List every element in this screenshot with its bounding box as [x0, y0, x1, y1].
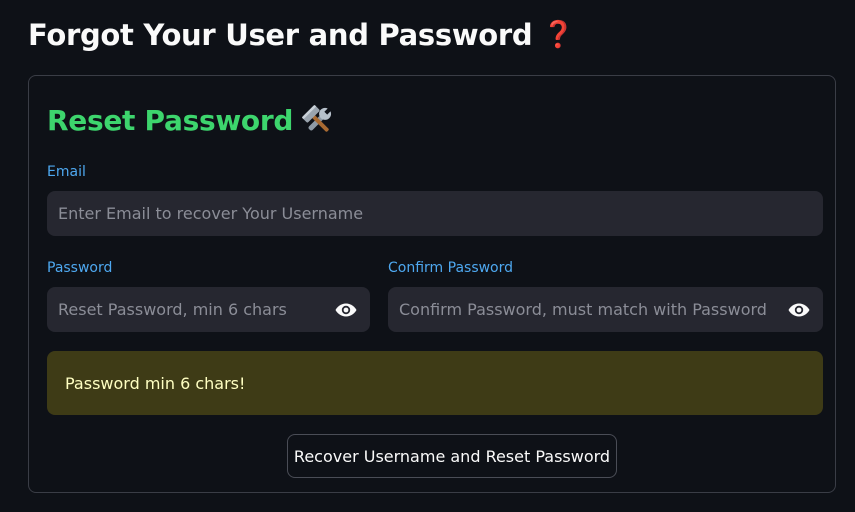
password-field-container — [47, 287, 370, 332]
form-title: Reset Password — [47, 104, 335, 137]
confirm-password-label: Confirm Password — [388, 260, 514, 276]
password-field[interactable] — [58, 300, 326, 319]
page-title: Forgot Your User and Password ❓ — [28, 18, 575, 52]
confirm-password-field[interactable] — [399, 300, 779, 319]
email-field[interactable] — [58, 204, 811, 223]
page-title-text: Forgot Your User and Password — [28, 18, 533, 52]
password-label: Password — [47, 260, 113, 276]
confirm-password-field-container — [388, 287, 823, 332]
reset-form: Reset Password Email Enter Email to reco… — [28, 75, 836, 493]
question-mark-icon: ❓ — [542, 20, 575, 50]
password-warning-alert: Password min 6 chars! — [47, 351, 823, 415]
page: Forgot Your User and Password ❓ Reset Pa… — [0, 0, 855, 512]
hammer-and-wrench-icon — [301, 104, 335, 137]
email-field-container — [47, 191, 823, 236]
form-title-text: Reset Password — [47, 104, 294, 137]
warning-text: Password min 6 chars! — [65, 373, 246, 393]
recover-reset-button[interactable]: Recover Username and Reset Password — [287, 434, 617, 478]
email-label: Email — [47, 164, 86, 180]
eye-icon[interactable] — [787, 298, 811, 322]
eye-icon[interactable] — [334, 298, 358, 322]
